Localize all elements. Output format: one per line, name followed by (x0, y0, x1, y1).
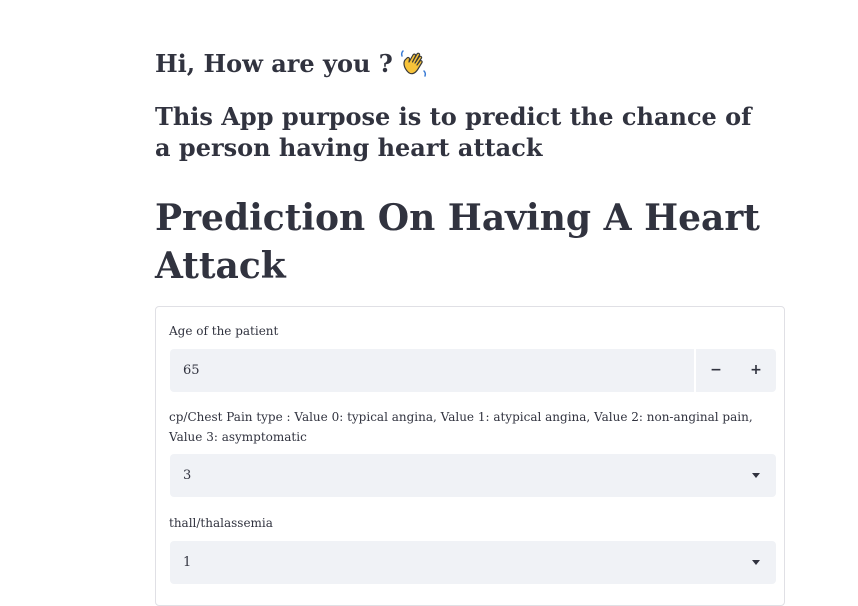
chest-pain-label: cp/Chest Pain type : Value 0: typical an… (169, 410, 753, 444)
chevron-down-icon (752, 473, 760, 478)
age-number-input: 65 − + (170, 349, 776, 392)
thalassemia-label: thall/thalassemia (169, 516, 273, 530)
app-purpose-text: This App purpose is to predict the chanc… (155, 102, 752, 162)
age-increment-button[interactable]: + (736, 349, 776, 392)
chest-pain-select[interactable]: 3 (170, 454, 776, 497)
page-title: Prediction On Having A Heart Attack (155, 197, 760, 287)
waving-hand-icon (399, 48, 429, 78)
chest-pain-selected-value: 3 (183, 468, 192, 483)
age-label: Age of the patient (169, 324, 279, 338)
chevron-down-icon (752, 560, 760, 565)
prediction-form: Age of the patient 65 − + cp/Chest Pain … (155, 306, 785, 606)
greeting-text: Hi, How are you ? (155, 48, 393, 78)
age-decrement-button[interactable]: − (696, 349, 736, 392)
greeting-heading: Hi, How are you ? (155, 48, 429, 78)
age-input-field[interactable]: 65 (170, 349, 696, 392)
thalassemia-selected-value: 1 (183, 555, 192, 570)
thalassemia-select[interactable]: 1 (170, 541, 776, 584)
